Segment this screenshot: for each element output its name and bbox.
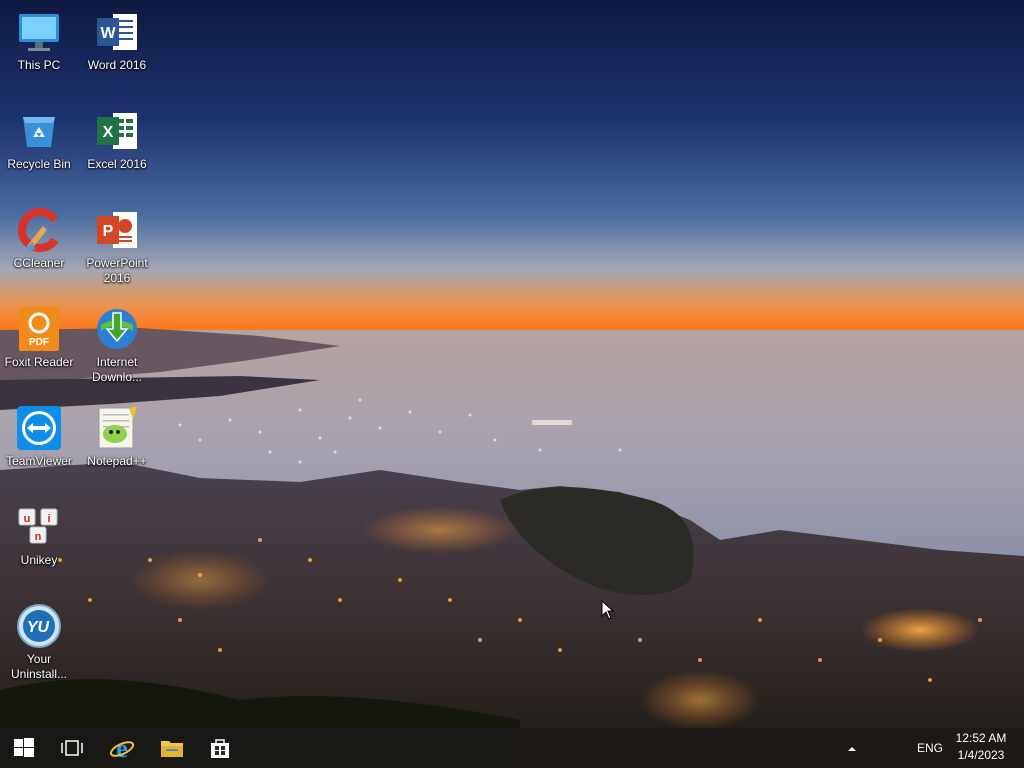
computer-icon [15, 8, 63, 56]
input-language-indicator[interactable]: ENG [912, 728, 948, 768]
desktop-icon-label: This PC [17, 58, 61, 72]
taskbar-internet-explorer-button[interactable]: e [98, 728, 146, 768]
mouse-cursor-icon [601, 599, 615, 625]
ccleaner-icon [15, 206, 63, 254]
svg-text:P: P [103, 223, 114, 240]
notepad-plus-plus-icon [93, 404, 141, 452]
desktop-icon-this-pc[interactable]: This PC [0, 8, 78, 73]
desktop-icon-unikey[interactable]: u in Unikey [0, 503, 78, 568]
show-hidden-icons-button[interactable] [840, 728, 864, 768]
task-view-icon [61, 740, 83, 756]
desktop-icon-foxit-reader[interactable]: PDF Foxit Reader [0, 305, 78, 370]
windows-logo-icon [14, 738, 34, 758]
svg-text:i: i [47, 513, 50, 525]
desktop-icon-notepad-plus-plus[interactable]: Notepad++ [78, 404, 156, 469]
internet-explorer-icon: e [109, 735, 135, 761]
desktop-icon-label: PowerPoint 2016 [86, 256, 148, 285]
powerpoint-icon: P [93, 206, 141, 254]
teamviewer-icon [15, 404, 63, 452]
svg-text:u: u [24, 513, 31, 525]
store-bag-icon [209, 737, 231, 759]
svg-text:PDF: PDF [29, 337, 49, 348]
svg-text:X: X [103, 124, 114, 141]
desktop-icon-internet-download-manager[interactable]: Internet Downlo... [78, 305, 156, 385]
desktop-icon-word-2016[interactable]: W Word 2016 [78, 8, 156, 73]
desktop-icon-recycle-bin[interactable]: Recycle Bin [0, 107, 78, 172]
desktop-icon-label: TeamViewer [6, 454, 72, 468]
desktop-icon-label: Word 2016 [87, 58, 147, 72]
foxit-pdf-icon: PDF [15, 305, 63, 353]
clock-date: 1/4/2023 [957, 748, 1005, 762]
desktop-icon-label: CCleaner [13, 256, 65, 270]
excel-icon: X [93, 107, 141, 155]
desktop-icon-ccleaner[interactable]: CCleaner [0, 206, 78, 271]
svg-text:e: e [116, 735, 128, 761]
folder-icon [160, 738, 184, 758]
taskbar: e ENG 12:52 AM 1/4/2023 [0, 728, 1024, 768]
your-uninstaller-icon: YU [15, 602, 63, 650]
clock-time: 12:52 AM [955, 731, 1007, 745]
desktop-icon-label: Unikey [20, 553, 58, 567]
desktop-icon-label: Recycle Bin [7, 157, 71, 171]
desktop-icon-your-uninstaller[interactable]: YU Your Uninstall... [0, 602, 78, 682]
start-button[interactable] [0, 728, 48, 768]
svg-text:n: n [35, 531, 42, 543]
desktop-icon-teamviewer[interactable]: TeamViewer [0, 404, 78, 469]
svg-text:YU: YU [27, 619, 50, 636]
desktop-icon-label: Your Uninstall... [10, 652, 68, 681]
taskbar-store-button[interactable] [196, 728, 244, 768]
unikey-icon: u in [15, 503, 63, 551]
taskbar-file-explorer-button[interactable] [148, 728, 196, 768]
desktop-icon-label: Excel 2016 [87, 157, 147, 171]
clock-button[interactable]: 12:52 AM 1/4/2023 [950, 730, 1012, 766]
task-view-button[interactable] [48, 728, 96, 768]
desktop-icon-excel-2016[interactable]: X Excel 2016 [78, 107, 156, 172]
recycle-bin-icon [15, 107, 63, 155]
desktop-icon-label: Foxit Reader [4, 355, 74, 369]
internet-download-manager-icon [93, 305, 141, 353]
chevron-up-icon [847, 739, 857, 757]
desktop-icon-label: Internet Downlo... [91, 355, 143, 384]
desktop-icon-label: Notepad++ [87, 454, 147, 468]
word-icon: W [93, 8, 141, 56]
desktop-icon-powerpoint-2016[interactable]: P PowerPoint 2016 [78, 206, 156, 286]
svg-text:W: W [100, 25, 116, 42]
